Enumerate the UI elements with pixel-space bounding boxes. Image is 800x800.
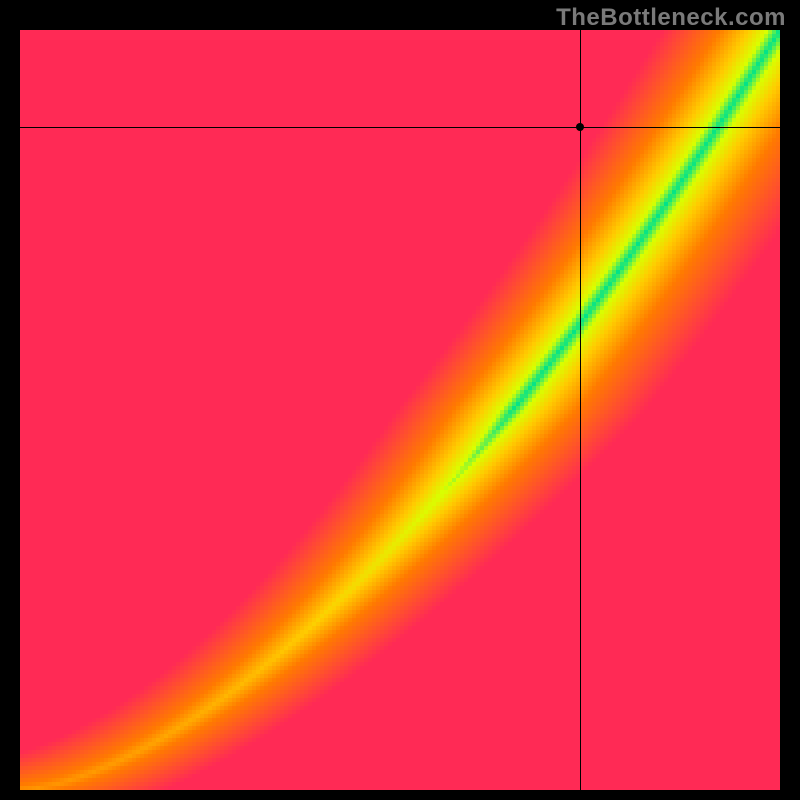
- crosshair-vertical: [580, 30, 581, 790]
- bottleneck-heatmap: [20, 30, 780, 790]
- crosshair-horizontal: [20, 127, 780, 128]
- marker-point-icon: [576, 123, 584, 131]
- chart-container: TheBottleneck.com: [0, 0, 800, 800]
- watermark-text: TheBottleneck.com: [556, 4, 786, 32]
